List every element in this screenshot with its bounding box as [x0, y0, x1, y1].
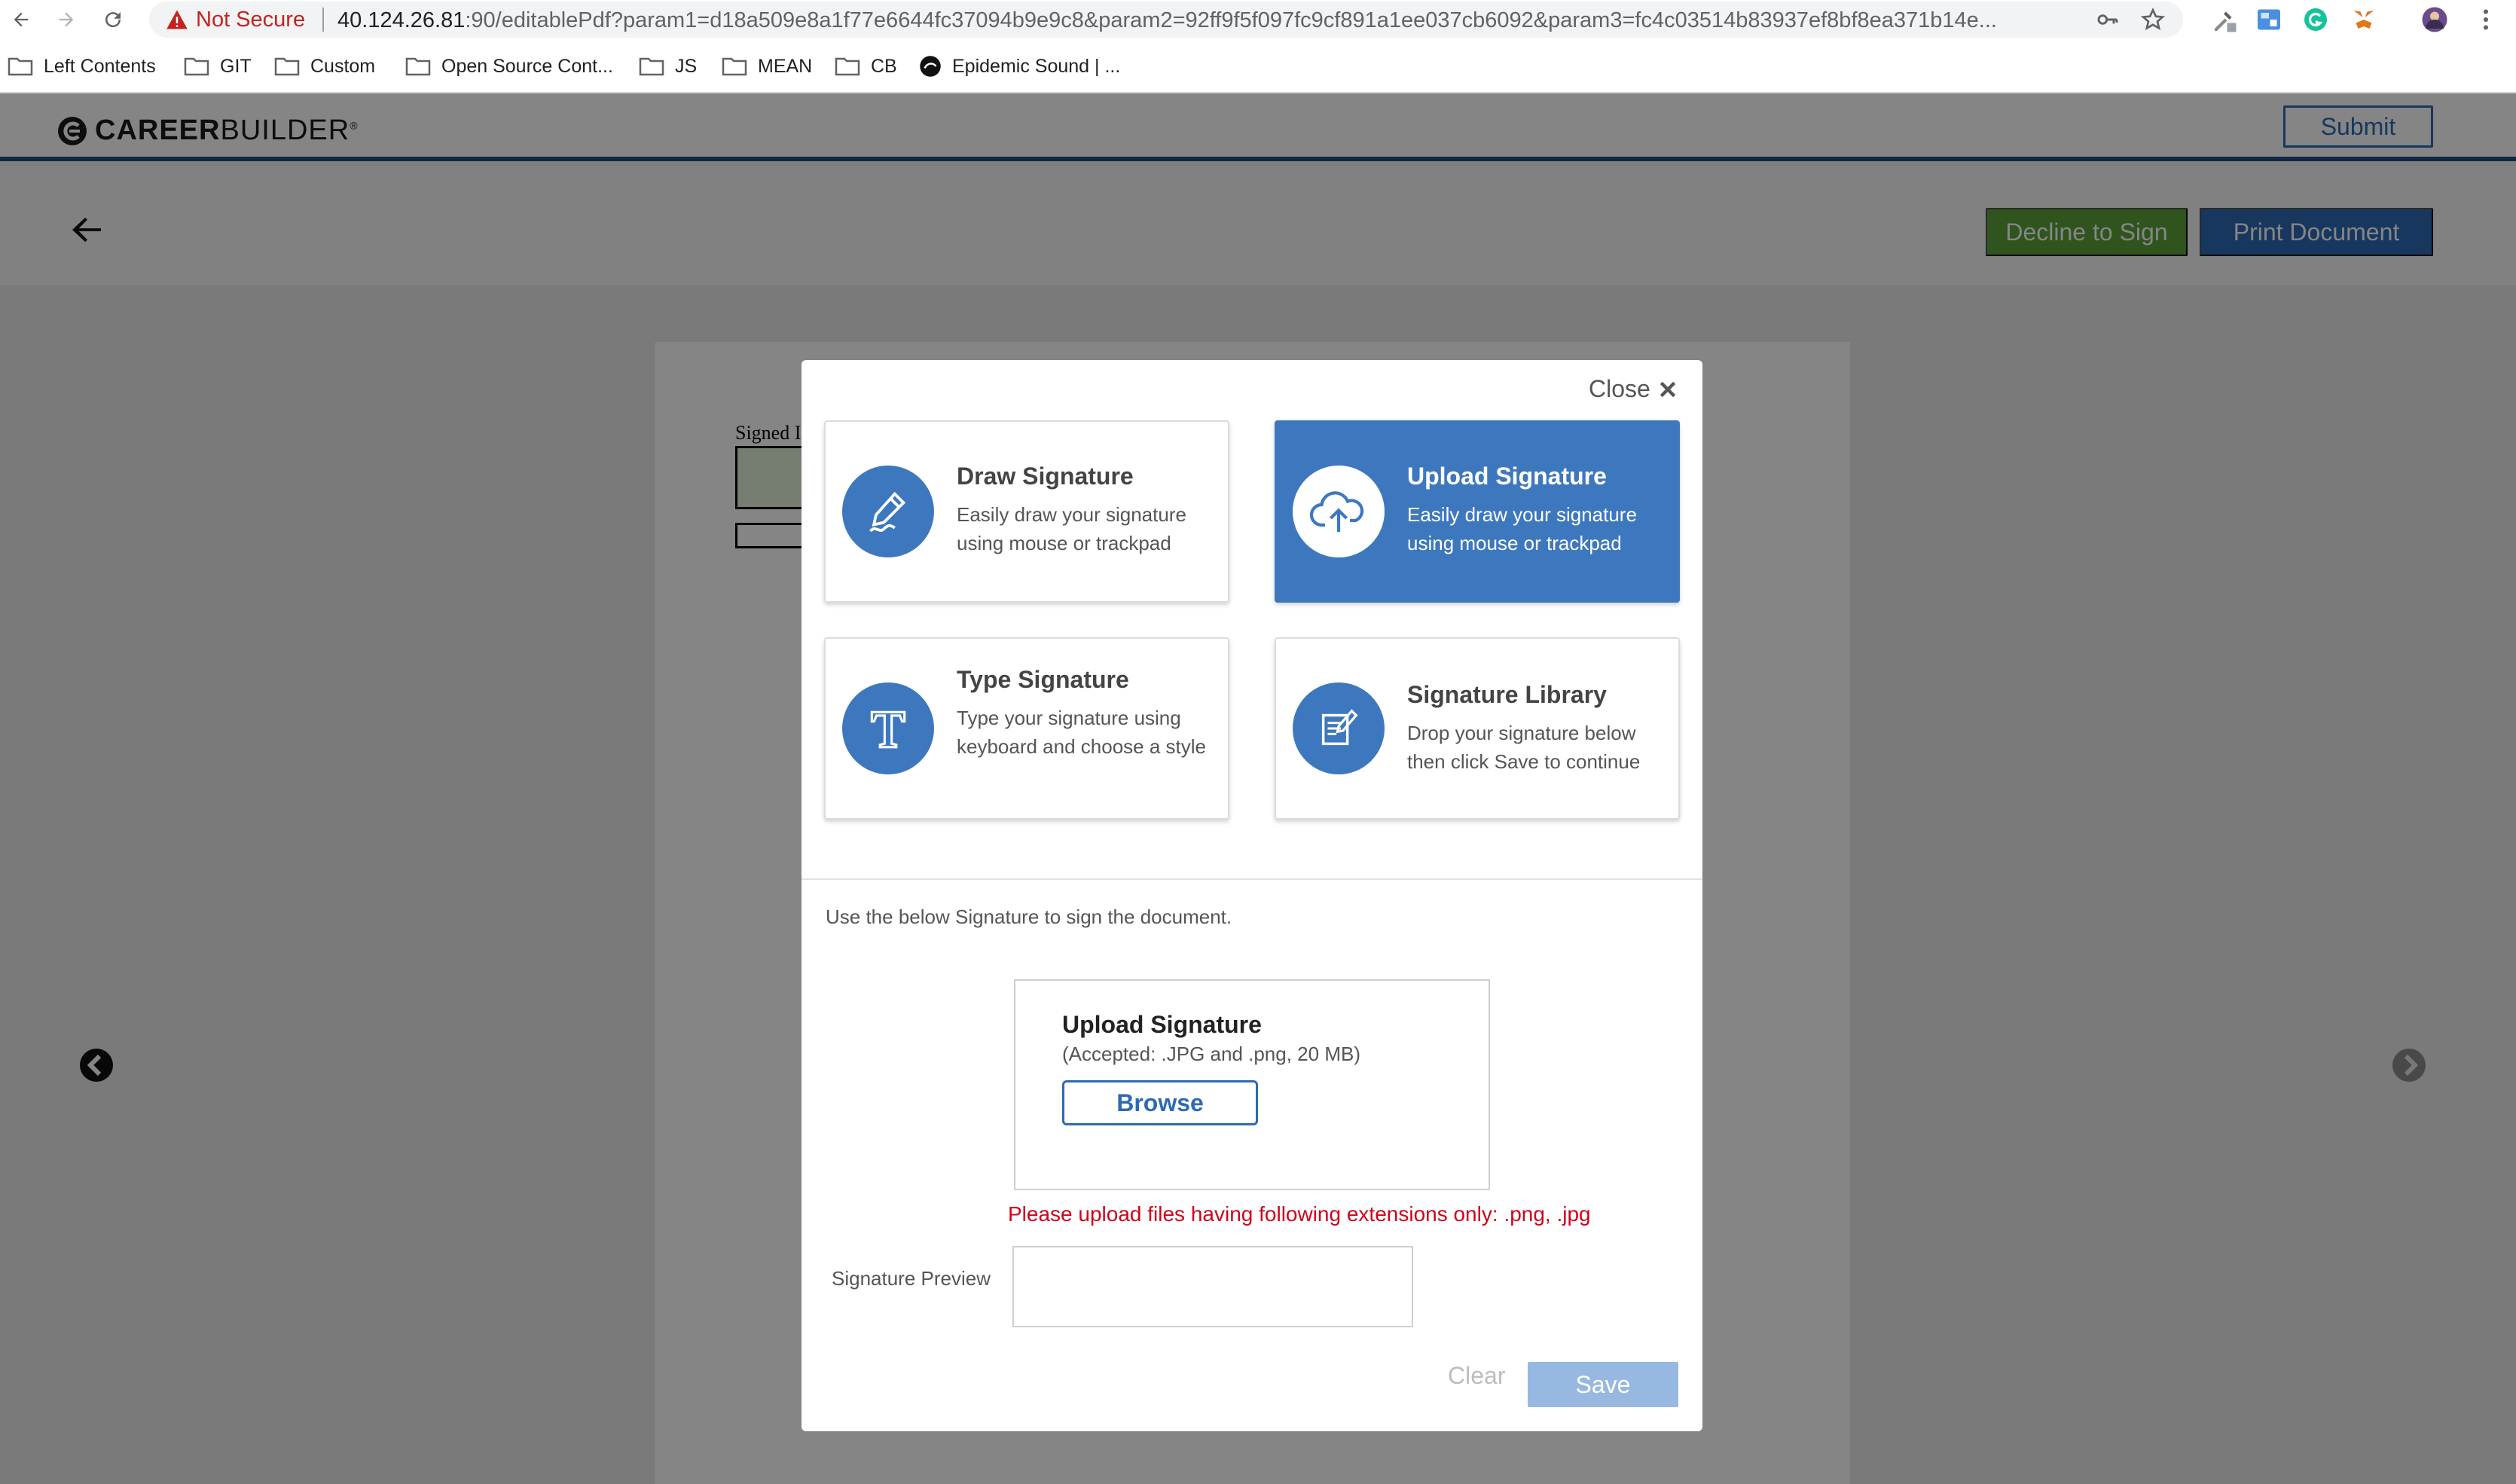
- app-root: CAREERBUILDER® Submit Decline to Sign Pr…: [0, 93, 2516, 1484]
- close-icon: [1660, 381, 1676, 397]
- modal-divider: [802, 878, 1702, 880]
- card-description: Easily draw your signature using mouse o…: [957, 503, 1186, 554]
- type-signature-card[interactable]: Type Signature Type your signature using…: [824, 637, 1229, 820]
- bookmark-label: Epidemic Sound | ...: [952, 55, 1121, 77]
- url-path: :90/editablePdf?param1=d18a509e8a1f77e66…: [465, 8, 1997, 32]
- card-description: Type your signature using keyboard and c…: [957, 707, 1206, 758]
- bookmark-js[interactable]: JS: [639, 54, 697, 78]
- card-description: Drop your signature below then click Sav…: [1407, 722, 1641, 773]
- card-description: Easily draw your signature using mouse o…: [1407, 503, 1637, 554]
- url-host: 40.124.26.81: [337, 8, 466, 32]
- arrow-right-icon: [59, 12, 74, 27]
- metamask-fox-icon[interactable]: [2350, 6, 2377, 33]
- upload-accepted-formats: (Accepted: .JPG and .png, 20 MB): [1062, 1043, 1360, 1065]
- picture-extension-icon[interactable]: [2255, 6, 2282, 33]
- save-button[interactable]: Save: [1528, 1362, 1678, 1407]
- folder-icon: [405, 57, 431, 76]
- kebab-menu-icon[interactable]: [2472, 6, 2499, 33]
- signature-preview-label: Signature Preview: [832, 1267, 991, 1290]
- pen-icon: [842, 466, 934, 557]
- eyedropper-extension-icon[interactable]: [2210, 6, 2237, 33]
- browser-toolbar: Not Secure 40.124.26.81:90/editablePdf?p…: [0, 0, 2516, 39]
- bookmark-left-contents[interactable]: Left Contents: [8, 54, 156, 78]
- bookmark-mean[interactable]: MEAN: [722, 54, 812, 78]
- clear-button[interactable]: Clear: [1448, 1362, 1505, 1390]
- type-t-icon: [842, 682, 934, 774]
- browse-button[interactable]: Browse: [1062, 1080, 1258, 1125]
- signature-modal: Close Draw Signature Easily draw your si…: [802, 360, 1702, 1431]
- arrow-left-icon: [14, 12, 29, 27]
- bookmark-label: Left Contents: [44, 55, 156, 77]
- instruction-text: Use the below Signature to sign the docu…: [826, 905, 1232, 928]
- bookmark-label: Custom: [310, 55, 376, 77]
- card-title: Signature Library: [1407, 681, 1607, 708]
- library-icon: [1293, 682, 1385, 774]
- upload-error-message: Please upload files having following ext…: [1008, 1202, 1591, 1226]
- bookmark-cb[interactable]: CB: [835, 54, 897, 78]
- bookmark-label: CB: [871, 55, 897, 77]
- bookmark-open-source[interactable]: Open Source Cont...: [405, 54, 613, 78]
- browser-reload-button[interactable]: [98, 5, 128, 35]
- grammarly-icon[interactable]: [2302, 6, 2329, 33]
- folder-icon: [722, 57, 747, 76]
- bookmark-label: JS: [675, 55, 698, 77]
- bookmark-epidemic-sound[interactable]: Epidemic Sound | ...: [919, 54, 1120, 78]
- folder-icon: [835, 57, 860, 76]
- close-button[interactable]: Close: [1589, 375, 1678, 403]
- star-icon[interactable]: [2141, 8, 2165, 32]
- browser-back-button[interactable]: [6, 5, 36, 35]
- bookmark-label: MEAN: [758, 55, 813, 77]
- upload-dropzone[interactable]: Upload Signature (Accepted: .JPG and .pn…: [1014, 979, 1490, 1190]
- bookmark-label: GIT: [220, 55, 252, 77]
- url-separator: [322, 8, 324, 32]
- upload-signature-card[interactable]: Upload Signature Easily draw your signat…: [1275, 420, 1680, 603]
- epidemic-sound-icon: [920, 56, 941, 77]
- signature-preview-box: [1012, 1246, 1413, 1327]
- bookmark-label: Open Source Cont...: [441, 55, 613, 77]
- folder-icon: [184, 57, 209, 76]
- address-bar[interactable]: Not Secure 40.124.26.81:90/editablePdf?p…: [149, 2, 2183, 38]
- bookmark-git[interactable]: GIT: [184, 54, 252, 78]
- close-label: Close: [1589, 375, 1650, 402]
- folder-icon: [8, 57, 33, 76]
- bookmarks-bar: Left Contents GIT Custom Open Source Con…: [0, 39, 2516, 93]
- key-icon[interactable]: [2096, 8, 2120, 32]
- browser-forward-button[interactable]: [51, 5, 81, 35]
- card-title: Draw Signature: [957, 463, 1134, 490]
- draw-signature-card[interactable]: Draw Signature Easily draw your signatur…: [824, 420, 1229, 603]
- folder-icon: [639, 57, 664, 76]
- upload-title: Upload Signature: [1062, 1011, 1262, 1038]
- not-secure-label: Not Secure: [196, 7, 306, 32]
- card-title: Upload Signature: [1407, 463, 1607, 490]
- security-indicator[interactable]: Not Secure: [166, 7, 306, 32]
- folder-icon: [274, 57, 300, 76]
- url-text[interactable]: 40.124.26.81:90/editablePdf?param1=d18a5…: [337, 8, 2070, 33]
- profile-avatar-icon[interactable]: [2421, 6, 2448, 33]
- card-title: Type Signature: [957, 666, 1129, 693]
- cloud-upload-icon: [1293, 466, 1385, 557]
- bookmark-custom[interactable]: Custom: [274, 54, 375, 78]
- warning-triangle-icon: [166, 10, 188, 29]
- signature-library-card[interactable]: Signature Library Drop your signature be…: [1275, 637, 1680, 820]
- reload-icon: [105, 12, 121, 28]
